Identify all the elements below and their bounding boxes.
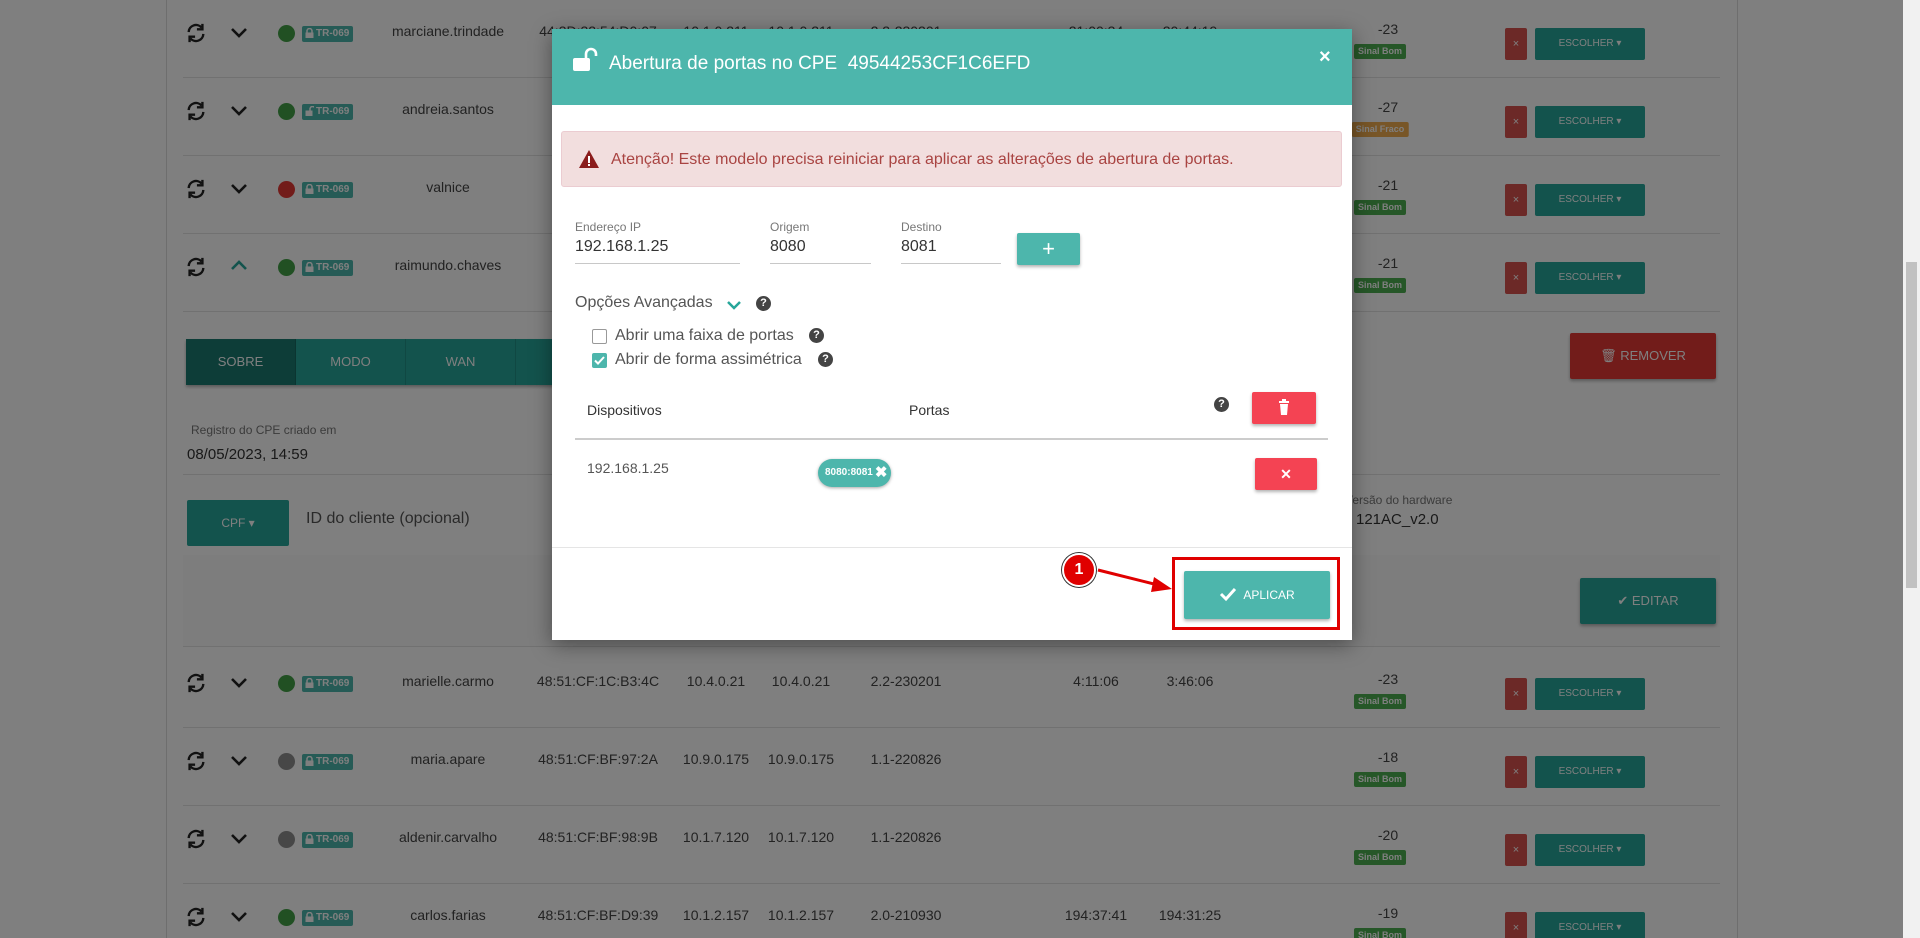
help-icon[interactable]: ? bbox=[818, 352, 833, 367]
ports-column-header: Portas bbox=[909, 402, 950, 418]
devices-column-header: Dispositivos bbox=[587, 402, 662, 418]
range-ports-label: Abrir uma faixa de portas bbox=[615, 327, 794, 344]
modal-footer-divider bbox=[552, 547, 1352, 548]
range-ports-checkbox[interactable] bbox=[592, 329, 607, 344]
annotation-arrow-icon bbox=[1097, 568, 1172, 592]
port-forwarding-modal: Abertura de portas no CPE 49544253CF1C6E… bbox=[552, 29, 1352, 640]
origin-port-field[interactable]: Origem 8080 bbox=[770, 220, 871, 264]
help-icon[interactable]: ? bbox=[756, 296, 771, 311]
trash-icon bbox=[1279, 399, 1289, 415]
restart-warning-alert: Atenção! Este modelo precisa reiniciar p… bbox=[561, 131, 1342, 187]
table-divider bbox=[575, 438, 1328, 440]
modal-title: Abertura de portas no CPE 49544253CF1C6E… bbox=[609, 53, 1031, 74]
destination-port-field[interactable]: Destino 8081 bbox=[901, 220, 1001, 264]
origin-port-label: Origem bbox=[770, 220, 810, 234]
scrollbar-thumb[interactable] bbox=[1906, 262, 1917, 588]
delete-all-button[interactable] bbox=[1252, 392, 1316, 424]
help-icon[interactable]: ? bbox=[1214, 397, 1229, 412]
ip-address-label: Endereço IP bbox=[575, 220, 642, 234]
warning-icon bbox=[578, 149, 600, 174]
port-chip-label: 8080:8081 bbox=[825, 467, 873, 478]
alert-text: Atenção! Este modelo precisa reiniciar p… bbox=[611, 151, 1234, 168]
advanced-options-toggle[interactable]: Opções Avançadas bbox=[575, 294, 713, 312]
chevron-down-icon[interactable] bbox=[726, 297, 742, 315]
remove-chip-icon[interactable]: ✖ bbox=[875, 464, 888, 481]
asymmetric-checkbox[interactable] bbox=[592, 353, 607, 368]
check-icon bbox=[594, 356, 605, 365]
modal-header: Abertura de portas no CPE 49544253CF1C6E… bbox=[552, 29, 1352, 105]
close-icon[interactable]: × bbox=[1319, 46, 1331, 69]
delete-row-button[interactable]: ✕ bbox=[1255, 458, 1317, 490]
annotation-step-badge: 1 bbox=[1062, 553, 1096, 587]
ip-address-value[interactable]: 192.168.1.25 bbox=[575, 238, 740, 264]
ip-address-field[interactable]: Endereço IP 192.168.1.25 bbox=[575, 220, 740, 264]
annotation-highlight-box bbox=[1172, 557, 1340, 630]
origin-port-value[interactable]: 8080 bbox=[770, 238, 871, 264]
destination-port-label: Destino bbox=[901, 220, 942, 234]
device-ip: 192.168.1.25 bbox=[587, 460, 669, 476]
destination-port-value[interactable]: 8081 bbox=[901, 238, 1001, 264]
port-chip: 8080:8081 ✖ bbox=[818, 459, 892, 487]
help-icon[interactable]: ? bbox=[809, 328, 824, 343]
unlock-icon bbox=[572, 47, 598, 78]
add-rule-button[interactable]: + bbox=[1017, 233, 1080, 265]
asymmetric-label: Abrir de forma assimétrica bbox=[615, 351, 802, 368]
